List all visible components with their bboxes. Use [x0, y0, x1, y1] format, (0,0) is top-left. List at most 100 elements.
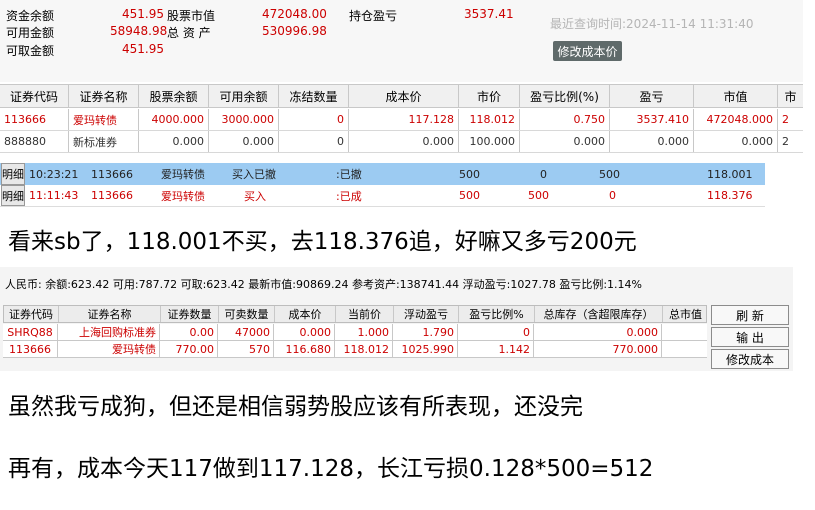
export-button[interactable]: 输 出 — [711, 327, 789, 347]
cell-total-stock: 770.000 — [534, 341, 662, 357]
detail-row-cancelled[interactable]: 明细 10:23:21 113666 爱玛转债 买入已撤 :已撤 500 0 5… — [0, 163, 765, 185]
detail-remain: 500 — [599, 167, 620, 181]
comment-line-1: 看来sb了，118.001不买，去118.376追，好嘛又多亏200元 — [8, 229, 637, 255]
col-pnl[interactable]: 盈亏 — [610, 85, 694, 107]
col-cost[interactable]: 成本价 — [349, 85, 459, 107]
detail-qty: 500 — [459, 167, 480, 181]
fund-balance-value: 451.95 — [122, 7, 164, 21]
detail-tag-button[interactable]: 明细 — [1, 163, 25, 185]
cell-code: SHRQ88 — [3, 324, 58, 340]
detail-action: 买入已撤 — [232, 168, 276, 181]
total-assets-value: 530996.98 — [262, 24, 327, 38]
cell-cost: 117.128 — [349, 109, 459, 130]
cell-pnl-ratio: 1.142 — [458, 341, 534, 357]
cell-cost: 0.000 — [349, 131, 459, 152]
last-query-time: 最近查询时间:2024-11-14 11:31:40 — [550, 17, 754, 31]
col-frozen[interactable]: 冻结数量 — [279, 85, 349, 107]
stock-value: 472048.00 — [262, 7, 327, 21]
detail-code: 113666 — [91, 167, 133, 181]
col-total-value[interactable]: 总市值 — [663, 306, 708, 322]
col-current[interactable]: 当前价 — [336, 306, 394, 322]
col-code[interactable]: 证券代码 — [4, 306, 59, 322]
account-summary-panel: 资金余额 451.95 可用金额 58948.98 可取金额 451.95 股票… — [0, 0, 803, 82]
detail-remain: 0 — [609, 189, 616, 202]
detail-qty: 500 — [459, 189, 480, 202]
cell-sellable: 570 — [218, 341, 274, 357]
cell-name: 爱玛转债 — [58, 341, 160, 357]
cell-current: 1.000 — [335, 324, 393, 340]
position-pnl-label: 持仓盈亏 — [349, 9, 398, 23]
available-label: 可用金额 — [6, 26, 55, 40]
cell-pnl-ratio: 0 — [458, 324, 534, 340]
col-float-pnl[interactable]: 浮动盈亏 — [394, 306, 459, 322]
cell-price: 118.012 — [459, 109, 520, 130]
cell-code: 888880 — [0, 131, 69, 152]
comment-line-2: 虽然我亏成狗，但还是相信弱势股应该有所表现，还没完 — [8, 394, 583, 420]
detail-status: :已撤 — [336, 168, 362, 181]
col-qty[interactable]: 证券数量 — [161, 306, 219, 322]
col-pnl-ratio[interactable]: 盈亏比例(%) — [520, 85, 610, 107]
withdrawable-label: 可取金额 — [6, 44, 55, 58]
modify-cost-button[interactable]: 修改成本价 — [553, 41, 622, 61]
col-cost[interactable]: 成本价 — [275, 306, 336, 322]
col-market-value[interactable]: 市值 — [694, 85, 778, 107]
positions-header: 证券代码 证券名称 股票余额 可用余额 冻结数量 成本价 市价 盈亏比例(%) … — [0, 84, 803, 108]
cell-cost: 0.000 — [274, 324, 335, 340]
detail-filled: 0 — [540, 167, 547, 181]
cell-name: 新标准券 — [69, 131, 139, 152]
stock-value-label: 股票市值 — [167, 9, 216, 23]
cell-market: 2 — [782, 135, 789, 148]
table-row[interactable]: SHRQ88 上海回购标准券 0.00 47000 0.000 1.000 1.… — [3, 324, 707, 341]
fund-balance-label: 资金余额 — [6, 9, 55, 23]
cell-total-value — [662, 341, 707, 357]
cell-market-value: 472048.000 — [694, 109, 778, 130]
cell-current: 118.012 — [335, 341, 393, 357]
account2-panel: 人民币: 余额:623.42 可用:787.72 可取:623.42 最新市值:… — [0, 267, 793, 371]
col-name[interactable]: 证券名称 — [59, 306, 161, 322]
withdrawable-value: 451.95 — [122, 42, 164, 56]
col-balance[interactable]: 股票余额 — [139, 85, 209, 107]
cell-qty: 770.00 — [160, 341, 218, 357]
col-total-stock[interactable]: 总库存（含超限库存） — [535, 306, 663, 322]
cell-code: 113666 — [0, 109, 69, 130]
detail-price: 118.001 — [707, 167, 753, 181]
detail-tag-button[interactable]: 明细 — [1, 185, 25, 206]
cell-float-pnl: 1.790 — [393, 324, 458, 340]
cell-cost: 116.680 — [274, 341, 335, 357]
detail-code: 113666 — [91, 189, 133, 202]
cell-available: 0.000 — [209, 131, 279, 152]
detail-time: 10:23:21 — [29, 167, 79, 181]
refresh-button[interactable]: 刷 新 — [711, 305, 789, 325]
cell-pnl-ratio: 0.000 — [520, 131, 610, 152]
cell-sellable: 47000 — [218, 324, 274, 340]
modify-cost-button-2[interactable]: 修改成本 — [711, 349, 789, 369]
col-price[interactable]: 市价 — [459, 85, 520, 107]
detail-name: 爱玛转债 — [161, 168, 205, 181]
cell-pnl: 0.000 — [610, 131, 694, 152]
cell-total-value — [662, 324, 707, 340]
cell-frozen: 0 — [279, 109, 349, 130]
col-sellable[interactable]: 可卖数量 — [219, 306, 275, 322]
cell-pnl-ratio: 0.750 — [520, 109, 610, 130]
detail-time: 11:11:43 — [29, 189, 79, 202]
cell-market-value: 0.000 — [694, 131, 778, 152]
col-name[interactable]: 证券名称 — [69, 85, 139, 107]
col-available[interactable]: 可用余额 — [209, 85, 279, 107]
detail-status: :已成 — [336, 189, 362, 203]
comment-line-3: 再有，成本今天117做到117.128，长江亏损0.128*500=512 — [8, 456, 654, 482]
col-pnl-ratio[interactable]: 盈亏比例% — [459, 306, 535, 322]
table-row[interactable]: 888880 新标准券 0.000 0.000 0 0.000 100.000 … — [0, 131, 803, 153]
detail-name: 爱玛转债 — [161, 189, 205, 203]
col-code[interactable]: 证券代码 — [0, 85, 69, 107]
cell-qty: 0.00 — [160, 324, 218, 340]
cell-available: 3000.000 — [209, 109, 279, 130]
cell-name: 爱玛转债 — [69, 109, 139, 130]
detail-row-filled[interactable]: 明细 11:11:43 113666 爱玛转债 买入 :已成 500 500 0… — [0, 185, 765, 207]
table-row[interactable]: 113666 爱玛转债 770.00 570 116.680 118.012 1… — [3, 341, 707, 358]
detail-price: 118.376 — [707, 189, 753, 202]
position-pnl-value: 3537.41 — [464, 7, 514, 21]
account2-summary: 人民币: 余额:623.42 可用:787.72 可取:623.42 最新市值:… — [5, 278, 642, 291]
col-market[interactable]: 市 — [778, 85, 803, 107]
cell-pnl: 3537.410 — [610, 109, 694, 130]
table-row[interactable]: 113666 爱玛转债 4000.000 3000.000 0 117.128 … — [0, 109, 803, 131]
